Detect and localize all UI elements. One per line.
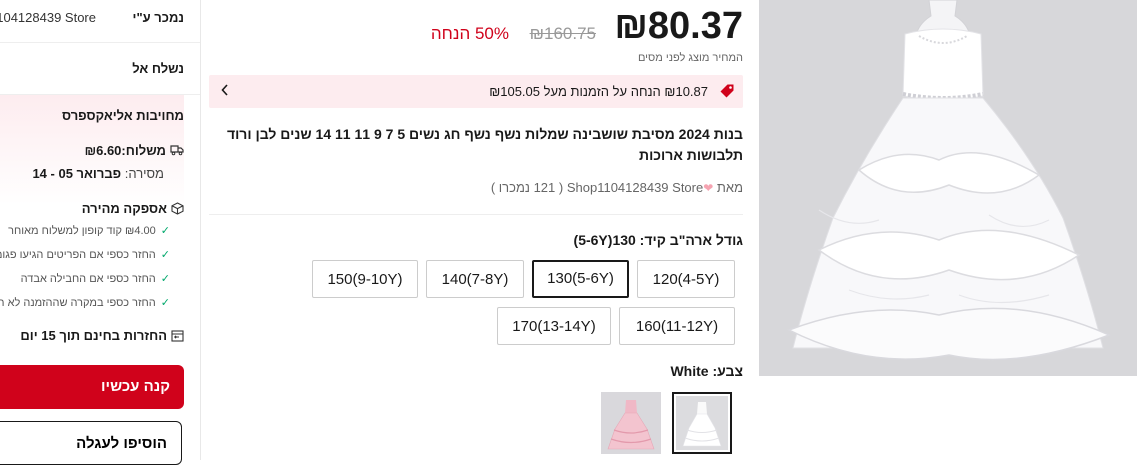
check-icon: ✓ (160, 249, 170, 261)
free-returns-row[interactable]: החזרות בחינם תוך 15 יום (20, 328, 184, 345)
check-icon: ✓ (160, 273, 170, 285)
tag-icon (719, 83, 735, 104)
size-label: גודל ארה"ב קיד: 130(5-6Y) (573, 232, 743, 248)
commitment-title: מחויבות אליאקספרס (62, 108, 184, 123)
chevron-left-icon (221, 83, 229, 99)
size-option-160[interactable]: 160(11-12Y) (619, 307, 735, 345)
product-main-image[interactable] (759, 0, 1137, 376)
check-icon: ✓ (160, 225, 170, 237)
truck-icon (170, 144, 184, 159)
purchase-sidebar: נמכר ע"י Shop1104128439 Store נשלח אל מח… (0, 0, 201, 465)
shipping-value: ₪6.60 (84, 143, 122, 158)
size-option-130[interactable]: 130(5-6Y) (532, 260, 629, 298)
size-option-150[interactable]: 150(9-10Y) (312, 260, 418, 298)
fast-delivery-label: אספקה מהירה (81, 201, 167, 216)
product-title: בנות 2024 מסיבת שושבינה שמלות נשף נשף חג… (226, 126, 743, 163)
size-option-120[interactable]: 120(4-5Y) (637, 260, 735, 298)
color-swatch-white[interactable] (672, 392, 732, 454)
ship-to-label[interactable]: נשלח אל (132, 61, 184, 76)
price-row: ₪80.37 ₪160.75 50% הנחה (383, 5, 743, 49)
size-option-170[interactable]: 170(13-14Y) (497, 307, 611, 345)
sold-by-row: נמכר ע"י Shop1104128439 Store (0, 10, 200, 26)
store-line: מאת ❤Shop1104128439 Store ( 121 נמכרו ) (491, 180, 743, 195)
heart-icon: ❤ (703, 181, 714, 195)
white-dress-thumbnail (676, 396, 728, 450)
guarantee-item: ✓₪4.00 קוד קופון למשלוח מאוחר (8, 225, 170, 237)
fast-delivery-title: אספקה מהירה (82, 201, 184, 218)
divider (209, 214, 743, 215)
divider (0, 42, 200, 43)
shipping-row: משלוח:₪6.60 (85, 143, 184, 159)
original-price: ₪160.75 (529, 24, 596, 43)
guarantee-item: ✓החזר כספי אם החבילה אבדה (20, 273, 170, 285)
tax-note: המחיר מוצג לפני מסים (637, 52, 743, 64)
coupon-banner[interactable]: ₪10.87 הנחה על הזמנות מעל ₪105.05 (209, 75, 743, 108)
store-sold-count: ( 121 נמכרו ) (490, 180, 564, 195)
color-swatch-pink[interactable] (601, 392, 661, 454)
current-price: ₪80.37 (614, 5, 743, 47)
delivery-row: מסירה: פברואר 05 - 14 (32, 166, 164, 181)
free-returns-label: החזרות בחינם תוך 15 יום (20, 328, 167, 343)
guarantee-item: ✓החזר כספי במקרה שההזמנה לא הגיעה (0, 297, 170, 309)
color-label: צבע: White (670, 363, 743, 379)
buy-now-button[interactable]: קנה עכשיו (0, 365, 184, 409)
store-link[interactable]: Shop1104128439 Store (567, 180, 703, 195)
shipping-label: משלוח: (121, 143, 166, 158)
sold-by-label: נמכר ע"י (132, 10, 184, 25)
check-icon: ✓ (160, 297, 170, 309)
sold-by-store-link[interactable]: Shop1104128439 Store (0, 10, 96, 25)
delivery-value: פברואר 05 - 14 (32, 166, 122, 181)
add-to-cart-button[interactable]: הוסיפו לעגלה (0, 421, 182, 465)
white-dress-image (759, 0, 1137, 376)
discount-percent: 50% הנחה (430, 24, 509, 43)
return-icon (171, 329, 184, 345)
size-option-140[interactable]: 140(7-8Y) (426, 260, 524, 298)
delivery-label: מסירה: (124, 166, 164, 181)
store-prefix: מאת (716, 180, 743, 195)
pink-dress-thumbnail (601, 392, 661, 454)
box-icon (171, 201, 184, 218)
guarantee-item: ✓החזר כספי אם הפריטים הגיעו פגומים (0, 249, 170, 261)
coupon-text: ₪10.87 הנחה על הזמנות מעל ₪105.05 (489, 84, 708, 99)
